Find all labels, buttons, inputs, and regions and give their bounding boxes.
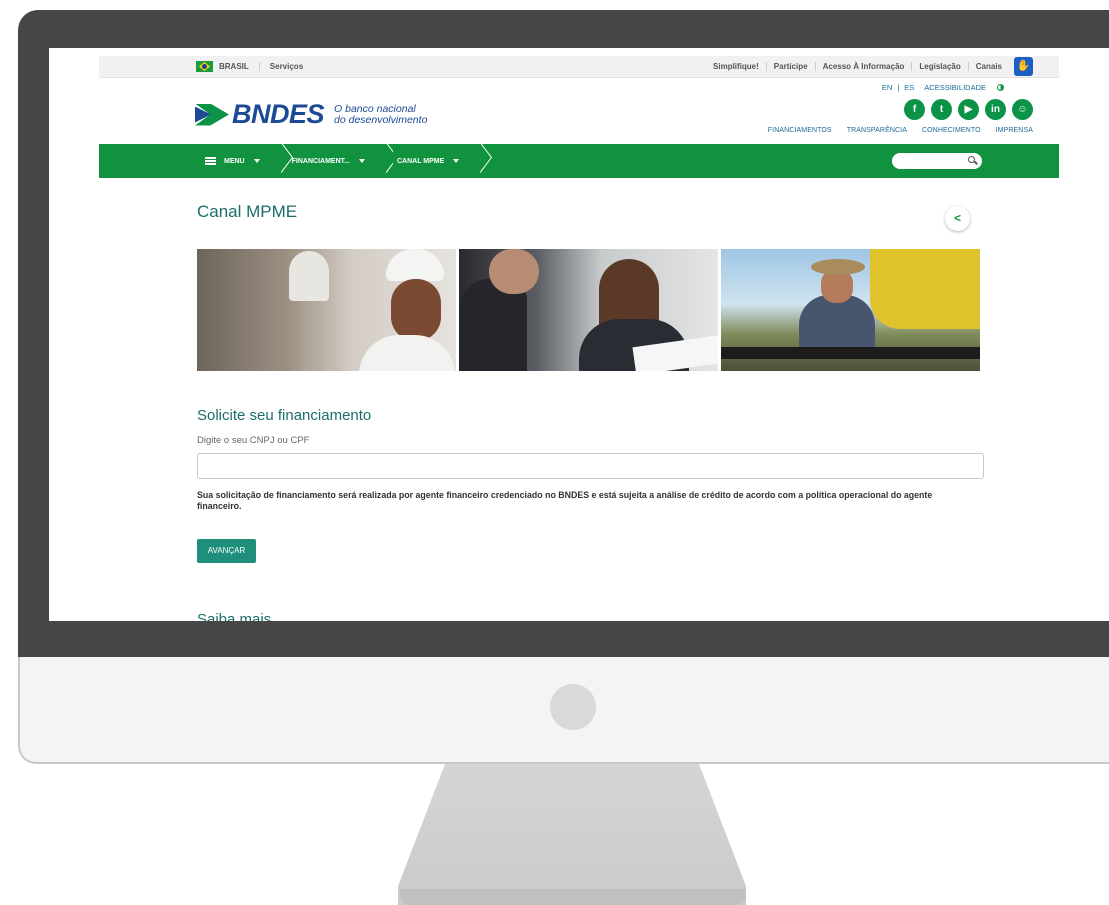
cnpj-cpf-input[interactable] [197,453,984,479]
lang-separator: | [897,83,900,92]
banner-figure [799,295,875,355]
banner-images [197,249,980,371]
header-links: FINANCIAMENTOS TRANSPARÊNCIA CONHECIMENT… [768,127,1033,134]
bndes-logo[interactable]: BNDES O banco nacional do desenvolviment… [195,99,427,130]
gov-brasil-link[interactable]: BRASIL [219,62,260,71]
logo-text: BNDES [232,99,325,129]
breadcrumb-separator-icon [379,144,393,178]
menu-label: MENU [224,157,245,165]
share-button[interactable]: < [945,206,970,231]
gov-bar: BRASIL Serviços Simplifique! Participe A… [99,56,1059,78]
tagline-line-1: O banco nacional [334,102,416,115]
cnpj-field-label: Digite o seu CNPJ ou CPF [197,435,310,446]
banner-image-farmer [721,249,980,371]
gov-link-legislacao[interactable]: Legislação [911,62,967,71]
breadcrumb-canal-mpme[interactable]: CANAL MPME [392,144,474,178]
monitor-stand [398,764,746,905]
gov-link-participe[interactable]: Participe [765,62,815,71]
accessibility-link[interactable]: ACESSIBILIDADE [924,83,986,92]
header-link-conhecimento[interactable]: CONHECIMENTO [922,127,981,134]
main-nav: MENU FINANCIAMENT... CANAL MPME [99,144,1059,178]
advance-button[interactable]: AVANÇAR [197,539,256,563]
vlibras-accessibility-icon[interactable]: ✋ [1014,57,1033,76]
lang-es-link[interactable]: ES [904,83,914,92]
banner-figure [359,335,455,371]
chevron-down-icon [453,159,460,163]
banner-figure [391,279,441,341]
banner-figure [289,251,329,301]
page-title: Canal MPME [197,202,298,221]
breadcrumb-label: FINANCIAMENT... [291,157,350,165]
disclaimer-text: Sua solicitação de financiamento será re… [197,490,933,511]
tagline-line-2: do desenvolvimento [334,113,428,126]
youtube-icon[interactable]: ▶ [958,99,979,120]
breadcrumb-separator-icon [473,144,487,178]
chevron-down-icon [358,159,365,163]
banner-figure [489,249,539,294]
flickr-icon[interactable]: ☺ [1012,99,1033,120]
gov-link-canais[interactable]: Canais [967,62,1009,71]
lang-en-link[interactable]: EN [882,83,892,92]
search-icon[interactable] [968,156,975,163]
header-link-transparencia[interactable]: TRANSPARÊNCIA [847,127,907,134]
chevron-down-icon [253,159,260,163]
banner-image-business [459,249,718,371]
banner-image-chefs [197,249,456,371]
bndes-logo-icon [195,104,229,126]
social-links: f t ▶ in ☺ [904,99,1033,120]
breadcrumb-financiamentos[interactable]: FINANCIAMENT... [288,144,379,178]
banner-figure [721,347,980,359]
monitor-power-button [550,684,596,730]
saiba-mais-heading: Saiba mais [197,611,272,621]
banner-figure [386,249,444,281]
gov-link-simplifique[interactable]: Simplifique! [706,62,766,71]
screen: BRASIL Serviços Simplifique! Participe A… [49,48,1109,621]
brazil-flag-icon [196,61,213,72]
menu-button[interactable]: MENU [205,144,274,178]
header-link-imprensa[interactable]: IMPRENSA [996,127,1033,134]
banner-figure [870,249,980,329]
gov-links: Simplifique! Participe Acesso À Informaç… [706,56,1059,77]
language-row: EN | ES ACESSIBILIDADE [882,83,1004,92]
facebook-icon[interactable]: f [904,99,925,120]
twitter-icon[interactable]: t [931,99,952,120]
logo-tagline: O banco nacional do desenvolvimento [334,102,428,126]
contrast-icon[interactable] [997,84,1004,91]
linkedin-icon[interactable]: in [985,99,1006,120]
banner-figure [811,259,865,275]
breadcrumb-separator-icon [274,144,288,178]
section-title: Solicite seu financiamento [197,407,372,424]
breadcrumb-label: CANAL MPME [396,157,445,165]
monitor-stand-base [400,889,746,905]
search-input[interactable] [892,153,982,169]
gov-link-acesso-informacao[interactable]: Acesso À Informação [814,62,912,71]
gov-services-link[interactable]: Serviços [270,62,303,71]
header-link-financiamentos[interactable]: FINANCIAMENTOS [768,127,832,134]
hamburger-icon [205,157,216,165]
